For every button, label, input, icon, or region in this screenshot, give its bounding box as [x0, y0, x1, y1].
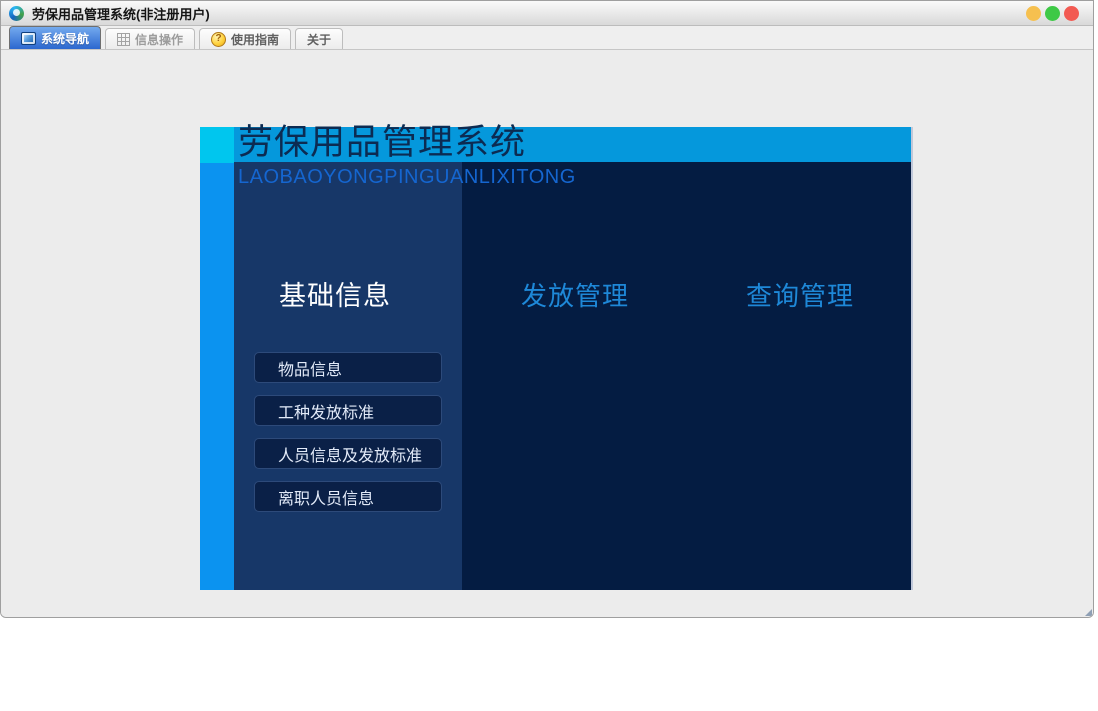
- app-logo-icon: [9, 5, 24, 21]
- tab-user-guide[interactable]: ? 使用指南: [199, 28, 292, 49]
- tab-label: 信息操作: [135, 32, 184, 47]
- left-accent-strip: [200, 127, 234, 590]
- personnel-standard-button[interactable]: 人员信息及发放标准: [254, 438, 442, 469]
- section-header-query[interactable]: 查询管理: [746, 276, 854, 313]
- window-controls: [1026, 5, 1079, 21]
- section-header-basic-info[interactable]: 基础信息: [279, 274, 391, 313]
- grid-icon: [117, 32, 131, 46]
- window-title: 劳保用品管理系统(非注册用户): [32, 6, 210, 22]
- tab-info-operation[interactable]: 信息操作: [105, 28, 196, 49]
- inactive-section-area: [462, 162, 911, 590]
- minimize-button[interactable]: [1026, 5, 1041, 21]
- item-info-button[interactable]: 物品信息: [254, 352, 442, 383]
- tab-label: 使用指南: [231, 32, 280, 47]
- tab-about[interactable]: 关于: [295, 28, 344, 49]
- section-header-distribution[interactable]: 发放管理: [521, 276, 629, 313]
- departed-personnel-button[interactable]: 离职人员信息: [254, 481, 442, 512]
- tab-system-navigation[interactable]: 系统导航: [9, 26, 102, 49]
- close-button[interactable]: [1064, 5, 1079, 21]
- help-coin-icon: ?: [211, 31, 227, 47]
- left-accent-strip-top: [200, 127, 234, 163]
- content-area: 劳保用品管理系统 LAOBAOYONGPINGUANLIXITONG 基础信息 …: [1, 50, 1093, 617]
- job-standard-button[interactable]: 工种发放标准: [254, 395, 442, 426]
- tab-label: 系统导航: [41, 31, 90, 46]
- tab-label: 关于: [307, 32, 332, 47]
- panel-subtitle: LAOBAOYONGPINGUANLIXITONG: [238, 166, 576, 188]
- panel-title: 劳保用品管理系统: [238, 123, 527, 162]
- resize-grip[interactable]: [1085, 609, 1092, 616]
- app-window: 劳保用品管理系统(非注册用户) 系统导航 信息操作 ? 使用指南 关于 劳保用品…: [0, 0, 1094, 618]
- basic-info-button-list: 物品信息 工种发放标准 人员信息及发放标准 离职人员信息: [254, 352, 442, 524]
- navigation-panel: 劳保用品管理系统 LAOBAOYONGPINGUANLIXITONG 基础信息 …: [200, 123, 913, 590]
- zoom-button[interactable]: [1045, 5, 1060, 21]
- tab-bar: 系统导航 信息操作 ? 使用指南 关于: [1, 26, 1093, 50]
- monitor-icon: [21, 31, 36, 45]
- title-bar: 劳保用品管理系统(非注册用户): [1, 1, 1093, 26]
- panel-right-edge: [911, 127, 913, 590]
